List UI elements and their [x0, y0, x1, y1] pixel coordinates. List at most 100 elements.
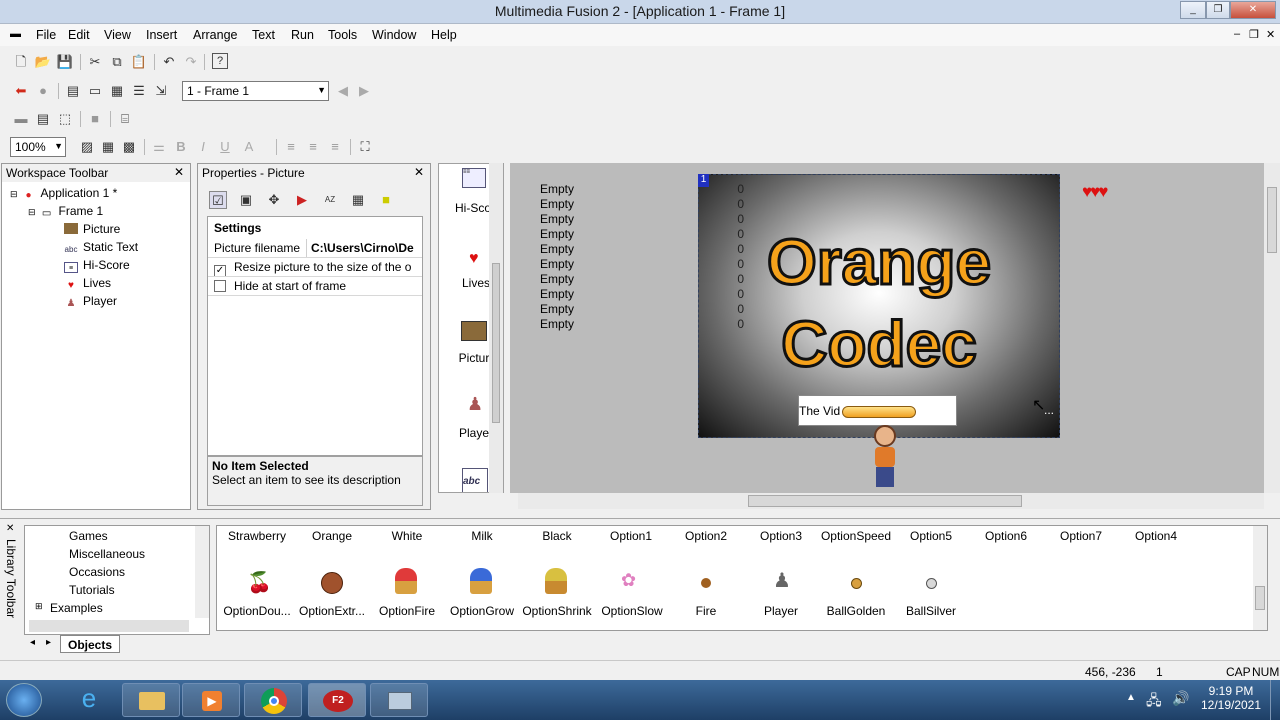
redo-icon[interactable]: ↷ [182, 53, 200, 71]
hiscore-object-icon[interactable]: ≡≡ [462, 168, 486, 188]
library-object-label[interactable]: Option7 [1041, 529, 1121, 543]
run-application-icon[interactable]: ▬ [12, 110, 30, 128]
settings-tab-icon[interactable]: ☑ [209, 191, 227, 209]
library-object-label[interactable]: Orange [292, 529, 372, 543]
bold-icon[interactable]: B [172, 138, 190, 156]
show-hidden-icons[interactable]: ▲ [1126, 692, 1136, 703]
event-list-icon[interactable]: ☰ [130, 82, 148, 100]
library-object-label[interactable]: Option3 [741, 529, 821, 543]
library-object-label[interactable]: Option6 [966, 529, 1046, 543]
system-menu-icon[interactable]: ▬ [10, 28, 21, 40]
player-object[interactable] [862, 425, 906, 491]
help-icon[interactable]: ? [212, 53, 228, 69]
library-tree-item[interactable]: Occasions [69, 565, 125, 579]
scrollbar-thumb[interactable] [492, 263, 500, 423]
frame-vertical-scrollbar[interactable] [1264, 163, 1280, 493]
network-icon[interactable]: 🖧 [1146, 690, 1162, 714]
hide-at-start-row[interactable]: Hide at start of frame [208, 277, 422, 296]
scrollbar-thumb[interactable] [748, 495, 1022, 507]
menu-window[interactable]: Window [372, 28, 416, 42]
grid-setup-icon[interactable]: ▩ [120, 138, 138, 156]
menu-view[interactable]: View [104, 28, 131, 42]
shrink-cupcake-icon[interactable] [545, 568, 567, 594]
library-object-label[interactable]: OptionExtr... [292, 604, 372, 618]
grow-cupcake-icon[interactable] [470, 568, 492, 594]
tab-scroll-left-icon[interactable]: ◂ [30, 637, 35, 648]
chrome-icon[interactable] [244, 683, 302, 717]
clock[interactable]: 9:19 PM 12/19/2021 [1196, 684, 1266, 712]
snap-icon[interactable]: ▦ [99, 138, 117, 156]
paste-icon[interactable]: 📋 [130, 53, 148, 71]
collapse-icon[interactable]: ⊟ [28, 207, 36, 217]
mdi-minimize-button[interactable]: – [1234, 28, 1240, 40]
picture-filename-value[interactable]: C:\Users\Cirno\De [306, 239, 422, 257]
runtime-tab-icon[interactable]: ▶ [293, 191, 311, 209]
media-player-icon[interactable]: ▶ [182, 683, 240, 717]
run-frame-icon[interactable]: ▤ [34, 110, 52, 128]
library-object-label[interactable]: Strawberry [217, 529, 297, 543]
text-color-icon[interactable]: A [240, 138, 258, 156]
library-object-label[interactable]: Option4 [1116, 529, 1196, 543]
library-object-label[interactable]: OptionFire [367, 604, 447, 618]
frame-horizontal-scrollbar[interactable] [518, 493, 1264, 509]
sort-tab-icon[interactable]: AZ [321, 191, 339, 209]
menu-file[interactable]: File [36, 28, 56, 42]
underline-icon[interactable]: U [216, 138, 234, 156]
frame-editor[interactable]: 1 Empty Empty Empty Empty Empty Empty Em… [510, 163, 1264, 493]
heart-cake-icon[interactable] [321, 572, 343, 594]
explorer-icon[interactable] [122, 683, 180, 717]
tree-item-static-text[interactable]: abc Static Text [64, 240, 139, 255]
stop-square-icon[interactable]: ■ [86, 110, 104, 128]
copy-icon[interactable]: ⧉ [108, 53, 126, 71]
control-panel-icon[interactable] [370, 683, 428, 717]
library-object-label[interactable]: White [367, 529, 447, 543]
library-object-label[interactable]: Player [741, 604, 821, 618]
fit-to-frame-icon[interactable]: ⛶ [356, 138, 374, 156]
next-frame-icon[interactable]: ▶ [355, 82, 373, 100]
storyboard-icon[interactable]: ▤ [64, 82, 82, 100]
picture-object-icon[interactable] [461, 321, 487, 341]
build-icon[interactable]: ⌸ [116, 110, 134, 128]
tab-scroll-right-icon[interactable]: ▸ [46, 637, 51, 648]
expand-icon[interactable]: ⊞ [35, 601, 43, 612]
align-center-icon[interactable]: ≡ [304, 138, 322, 156]
library-object-label[interactable]: OptionSpeed [816, 529, 896, 543]
mmf2-icon[interactable]: F2 [308, 683, 366, 717]
menu-run[interactable]: Run [291, 28, 314, 42]
run-project-icon[interactable]: ⬚ [56, 110, 74, 128]
frame-editor-icon[interactable]: ▭ [86, 82, 104, 100]
menu-help[interactable]: Help [431, 28, 457, 42]
library-tree-item[interactable]: Games [69, 529, 108, 543]
zoom-selector[interactable]: 100% ▼ [10, 137, 66, 157]
menu-arrange[interactable]: Arrange [193, 28, 237, 42]
grid-icon[interactable]: ▨ [78, 138, 96, 156]
previous-frame-icon[interactable]: ◀ [334, 82, 352, 100]
align-icon[interactable]: ⚌ [150, 138, 168, 156]
hide-checkbox[interactable] [214, 280, 226, 292]
maximize-button[interactable]: ❐ [1206, 1, 1230, 19]
library-tree-item[interactable]: Tutorials [69, 583, 115, 597]
library-object-label[interactable]: Option2 [666, 529, 746, 543]
about-tab-icon[interactable]: ■ [377, 191, 395, 209]
minimize-button[interactable]: _ [1180, 1, 1206, 19]
object-strip-scrollbar[interactable] [489, 163, 503, 493]
tree-item-player[interactable]: ♟ Player [64, 294, 118, 309]
ie-icon[interactable]: e [60, 683, 118, 717]
close-icon[interactable]: ✕ [174, 165, 184, 179]
scrollbar-thumb[interactable] [1267, 187, 1277, 253]
tab-objects[interactable]: Objects [60, 635, 120, 653]
heart-icon[interactable]: ♥ [469, 250, 479, 268]
library-objects-scrollbar[interactable] [1253, 526, 1267, 630]
align-right-icon[interactable]: ≡ [326, 138, 344, 156]
close-button[interactable]: ✕ [1230, 1, 1276, 19]
fire-cupcake-icon[interactable] [395, 568, 417, 594]
library-object-label[interactable]: Black [517, 529, 597, 543]
size-position-tab-icon[interactable]: ✥ [265, 191, 283, 209]
library-object-label[interactable]: Option5 [891, 529, 971, 543]
player-icon[interactable]: ♟ [467, 394, 483, 415]
library-object-label[interactable]: OptionDou... [217, 604, 297, 618]
open-folder-icon[interactable]: 📂 [34, 53, 52, 71]
new-file-icon[interactable]: 🗋 [12, 53, 30, 71]
undo-icon[interactable]: ↶ [160, 53, 178, 71]
menu-insert[interactable]: Insert [146, 28, 177, 42]
